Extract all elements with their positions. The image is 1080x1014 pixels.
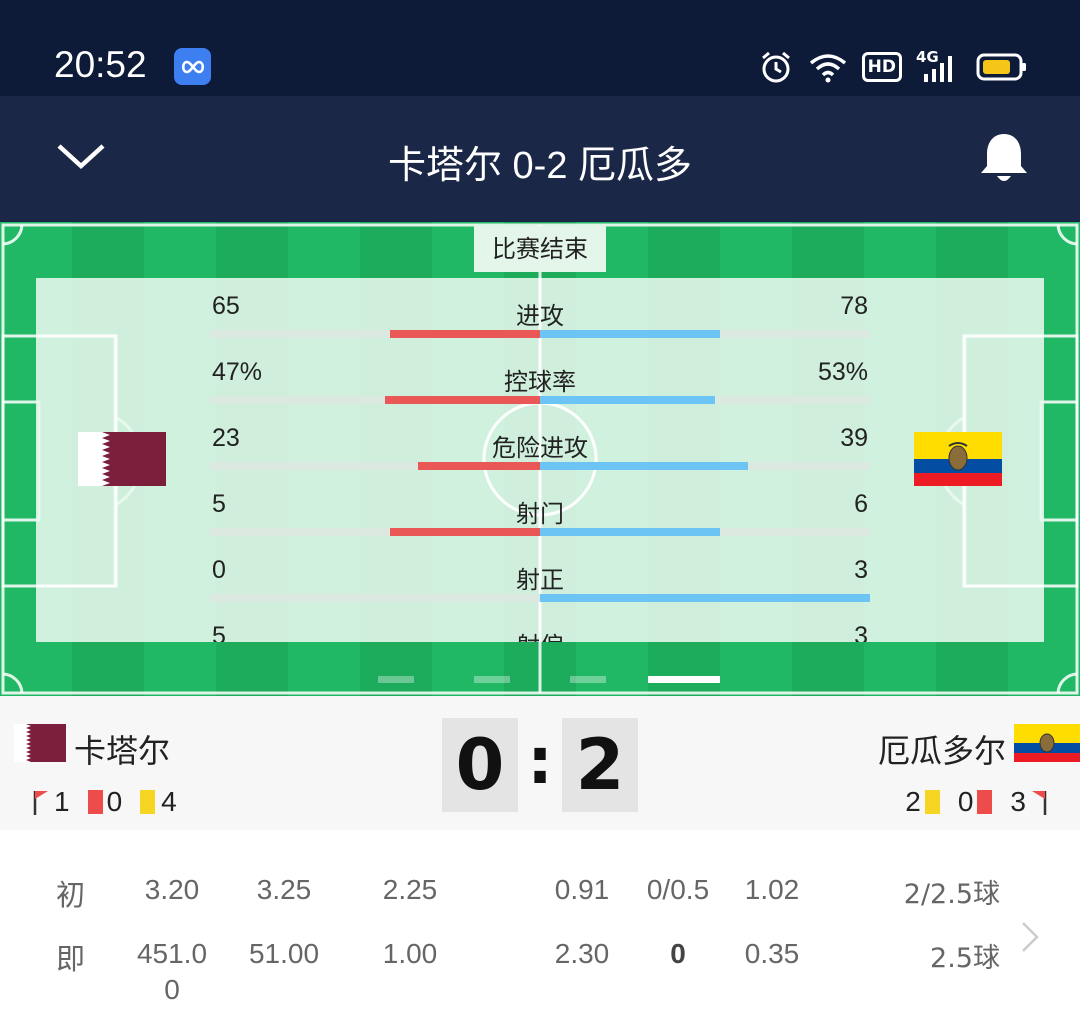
stat-bar-away bbox=[540, 594, 870, 602]
away-score: 2 bbox=[562, 718, 638, 812]
ecuador-flag-icon bbox=[914, 432, 1002, 486]
home-team-stats: 1 0 4 bbox=[32, 786, 177, 818]
stat-row: 65 进攻 78 bbox=[210, 286, 870, 352]
odds-live-asian-away: 0.35 bbox=[744, 938, 800, 969]
odds-live-euro-home-wrap: 0 bbox=[164, 974, 180, 1005]
hd-badge: HD bbox=[861, 52, 902, 82]
stat-row: 23 危险进攻 39 bbox=[210, 418, 870, 484]
odds-initial-asian-line: 0/0.5 bbox=[646, 874, 710, 905]
match-status-tag: 比赛结束 bbox=[474, 226, 606, 272]
stat-label: 危险进攻 bbox=[492, 434, 588, 462]
home-yellow-cards: 4 bbox=[161, 786, 177, 817]
away-team-name[interactable]: 厄瓜多尔 bbox=[878, 726, 1006, 772]
odds-initial-label: 初 bbox=[56, 878, 86, 912]
odds-initial-asian-away: 1.02 bbox=[744, 874, 800, 905]
yellow-card-icon bbox=[924, 790, 940, 814]
home-red-cards: 0 bbox=[106, 786, 123, 817]
page-title: 卡塔尔 0-2 厄瓜多 bbox=[387, 145, 693, 187]
odds-initial-total: 2/2.5球 bbox=[903, 879, 1000, 910]
stat-away-value: 3 bbox=[854, 622, 868, 642]
pager-dot[interactable] bbox=[378, 676, 414, 683]
corner-flag-icon bbox=[33, 791, 48, 815]
match-stats: 65进攻7847%控球率53%23危险进攻395射门60射正35射偏3 bbox=[36, 278, 1044, 642]
battery-icon bbox=[976, 53, 1026, 81]
stat-row: 5 射门 6 bbox=[210, 484, 870, 550]
home-team-name[interactable]: 卡塔尔 bbox=[74, 726, 170, 772]
pager-dot[interactable] bbox=[570, 676, 606, 683]
stat-bar-home bbox=[418, 462, 540, 470]
stat-bar-home bbox=[390, 528, 540, 536]
red-card-icon bbox=[977, 790, 993, 814]
qatar-flag-icon bbox=[78, 432, 166, 486]
home-corners: 1 bbox=[54, 786, 70, 817]
stat-bar-away bbox=[540, 528, 720, 536]
status-time: 20:52 bbox=[54, 44, 147, 85]
app-header: 卡塔尔 0-2 厄瓜多 bbox=[0, 96, 1080, 222]
stat-label: 射偏 bbox=[210, 626, 870, 642]
score-separator: : bbox=[527, 725, 553, 799]
stat-away-value: 6 bbox=[854, 490, 868, 518]
wifi-icon bbox=[809, 54, 846, 83]
red-card-icon bbox=[87, 790, 103, 814]
stat-bar-home bbox=[385, 396, 540, 404]
odds-live-asian-home: 2.30 bbox=[554, 938, 610, 969]
stat-row: 0 射正 3 bbox=[210, 550, 870, 616]
alarm-icon bbox=[761, 51, 790, 83]
home-score: 0 bbox=[442, 718, 518, 812]
stat-bar-away bbox=[540, 396, 715, 404]
odds-live-total: 2.5球 bbox=[930, 943, 1000, 974]
scoreboard: 卡塔尔 0 : 2 厄瓜多尔 1 0 4 2 0 3 bbox=[0, 696, 1080, 830]
away-corners: 3 bbox=[1010, 786, 1026, 817]
stat-away-value: 39 bbox=[840, 424, 868, 452]
stat-row: 5射偏3 bbox=[210, 616, 870, 642]
signal-icon: 4G bbox=[916, 48, 962, 84]
stat-label: 射门 bbox=[516, 500, 564, 528]
yellow-card-icon bbox=[140, 790, 156, 814]
odds-live-label: 即 bbox=[56, 942, 86, 976]
stat-away-value: 78 bbox=[840, 292, 868, 320]
odds-initial-euro-away: 2.25 bbox=[382, 874, 438, 905]
status-icons: HD 4G bbox=[758, 47, 1028, 87]
odds-initial-asian-home: 0.91 bbox=[554, 874, 610, 905]
away-team-stats: 2 0 3 bbox=[905, 786, 1048, 818]
stat-label: 进攻 bbox=[516, 302, 564, 330]
odds-table[interactable]: 初 3.20 3.25 2.25 0.91 0/0.5 1.02 2/2.5球 … bbox=[0, 830, 1080, 1014]
pager-dot[interactable] bbox=[648, 676, 720, 683]
stat-label: 射正 bbox=[516, 566, 564, 594]
stat-bar-away bbox=[540, 462, 748, 470]
pager-dot[interactable] bbox=[474, 676, 510, 683]
odds-live-euro-away: 1.00 bbox=[382, 938, 438, 969]
chevron-right-icon[interactable] bbox=[1020, 920, 1040, 954]
odds-initial-euro-home: 3.20 bbox=[144, 874, 200, 905]
stat-row: 47% 控球率 53% bbox=[210, 352, 870, 418]
qatar-flag-icon bbox=[14, 724, 66, 762]
ecuador-flag-icon bbox=[1014, 724, 1080, 762]
odds-live-euro-draw: 51.00 bbox=[248, 938, 320, 969]
away-yellow-cards: 2 bbox=[905, 786, 921, 817]
stat-bar-home bbox=[390, 330, 540, 338]
odds-live-asian-line: 0 bbox=[670, 938, 686, 969]
pitch-stats-panel: 65进攻7847%控球率53%23危险进攻395射门60射正35射偏3 比赛结束 bbox=[0, 222, 1080, 696]
status-bar: 20:52 HD 4G bbox=[0, 0, 1080, 96]
stat-away-value: 53% bbox=[817, 358, 868, 386]
bell-icon[interactable] bbox=[976, 130, 1032, 186]
odds-initial-euro-draw: 3.25 bbox=[256, 874, 312, 905]
away-red-cards: 0 bbox=[957, 786, 974, 817]
stat-away-value: 3 bbox=[854, 556, 868, 584]
corner-flag-icon bbox=[1032, 791, 1047, 815]
stat-bar-away bbox=[540, 330, 720, 338]
stat-label: 控球率 bbox=[504, 368, 576, 396]
odds-live-euro-home: 451.0 bbox=[136, 938, 208, 969]
infinity-app-icon bbox=[174, 48, 211, 85]
